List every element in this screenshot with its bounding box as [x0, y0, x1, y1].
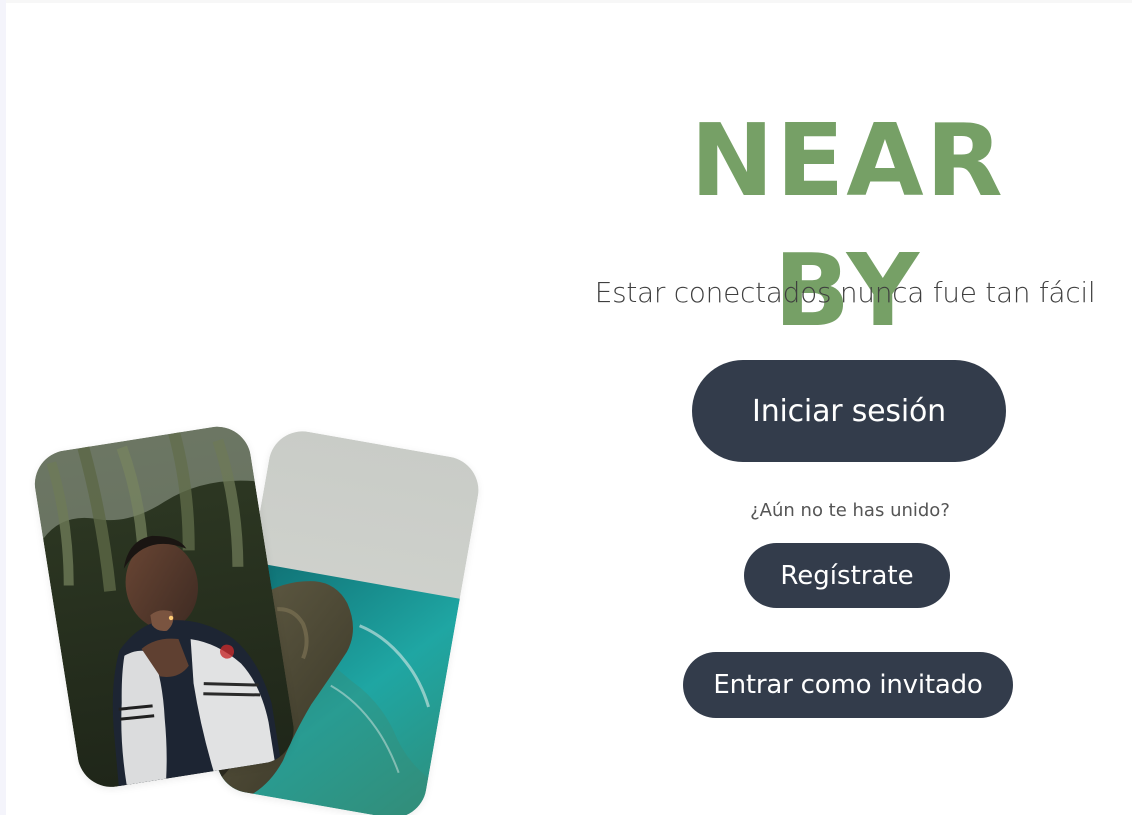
register-button[interactable]: Regístrate — [744, 543, 950, 608]
brand-title: Near By — [690, 102, 1005, 349]
portrait-photo-card — [30, 421, 299, 792]
guest-button[interactable]: Entrar como invitado — [683, 652, 1013, 718]
tagline: Estar conectados nunca fue tan fácil — [594, 276, 1096, 309]
left-edge-divider — [0, 0, 6, 815]
join-question: ¿Aún no te has unido? — [750, 500, 950, 521]
landing-page: Near By Estar conectados nunca fue tan f… — [0, 0, 1132, 815]
person-portrait-image — [30, 421, 299, 792]
top-edge-divider — [6, 0, 1132, 3]
login-button[interactable]: Iniciar sesión — [692, 360, 1006, 462]
